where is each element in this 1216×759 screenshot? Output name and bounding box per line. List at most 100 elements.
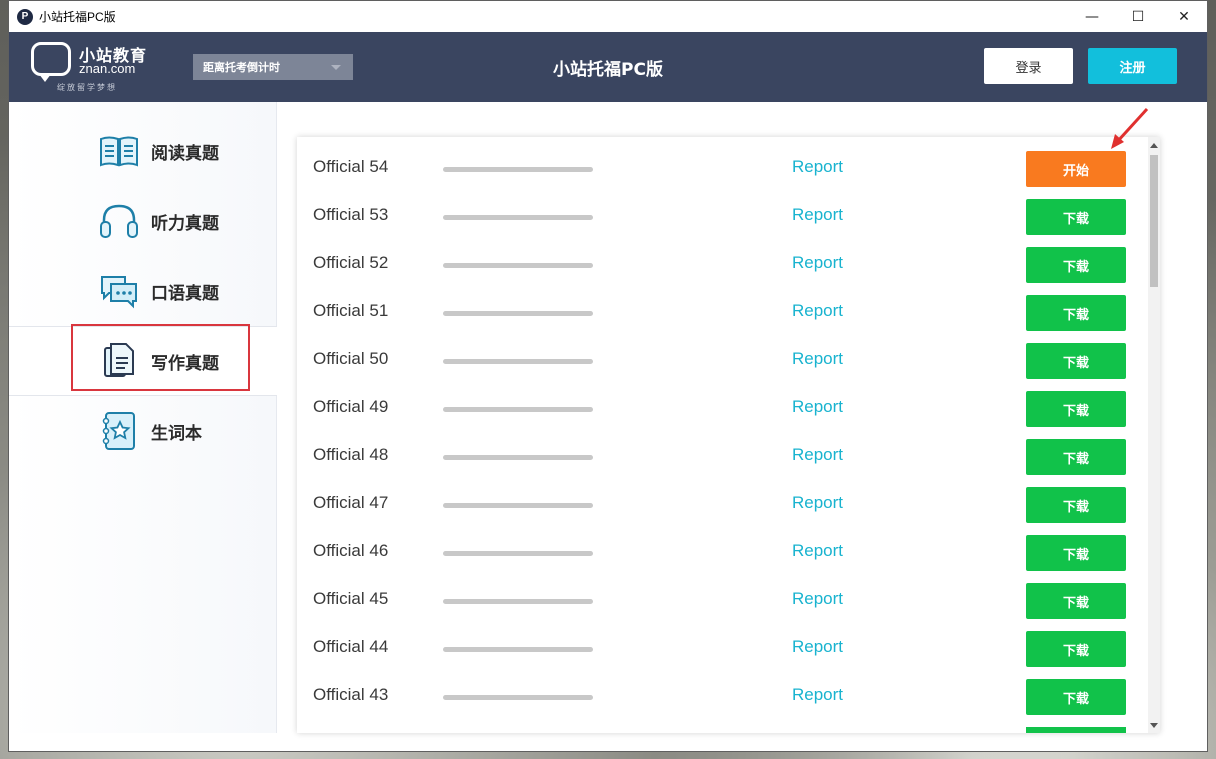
test-name: Official 46 xyxy=(313,541,389,560)
sidebar-item-writing[interactable]: 写作真题 xyxy=(9,326,277,396)
sidebar-item-label: 写作真题 xyxy=(151,353,219,374)
list-item: Official 50 Report 下载 xyxy=(297,337,1142,385)
test-name: Official 50 xyxy=(313,349,389,368)
report-link[interactable]: Report xyxy=(792,157,843,177)
report-link[interactable]: Report xyxy=(792,301,843,321)
speech-bubble-icon xyxy=(31,42,71,82)
report-link[interactable]: Report xyxy=(792,445,843,465)
logo-domain: znan.com xyxy=(79,61,136,76)
download-button[interactable]: 下载 xyxy=(1026,295,1126,331)
test-name: Official 49 xyxy=(313,397,389,416)
sidebar-item-label: 听力真题 xyxy=(151,213,219,234)
chevron-down-icon xyxy=(331,65,341,70)
list-item: Official 46 Report 下载 xyxy=(297,529,1142,577)
list-item: Official 47 Report 下载 xyxy=(297,481,1142,529)
scroll-down-arrow-icon[interactable] xyxy=(1148,719,1160,731)
download-button[interactable]: 下载 xyxy=(1026,631,1126,667)
report-link[interactable]: Report xyxy=(792,493,843,513)
progress-bar xyxy=(443,503,593,508)
start-button[interactable]: 开始 xyxy=(1026,151,1126,187)
window-title: 小站托福PC版 xyxy=(39,10,116,24)
list-item: Official 48 Report 下载 xyxy=(297,433,1142,481)
list-item: Official 44 Report 下载 xyxy=(297,625,1142,673)
test-name: Official 51 xyxy=(313,301,389,320)
scroll-up-arrow-icon[interactable] xyxy=(1148,139,1160,151)
main-content: 阅读真题 听力真题 口语真题 写作真题 生词本 Official 54 Repo… xyxy=(9,102,1207,751)
notebook-star-icon xyxy=(97,409,141,453)
logo-slogan: 绽放留学梦想 xyxy=(57,83,117,92)
download-button[interactable]: 下载 xyxy=(1026,535,1126,571)
countdown-label: 距离托考倒计时 xyxy=(203,61,280,74)
maximize-button[interactable]: ☐ xyxy=(1115,1,1161,32)
progress-bar xyxy=(443,359,593,364)
chat-icon xyxy=(97,269,141,313)
list-item: Official 51 Report 下载 xyxy=(297,289,1142,337)
headphones-icon xyxy=(97,199,141,243)
download-button[interactable]: 下载 xyxy=(1026,487,1126,523)
test-name: Official 53 xyxy=(313,205,389,224)
progress-bar xyxy=(443,215,593,220)
sidebar-item-vocabulary[interactable]: 生词本 xyxy=(9,396,277,466)
sidebar-item-label: 生词本 xyxy=(151,423,202,444)
minimize-button[interactable]: — xyxy=(1069,1,1115,32)
list-item: Official 45 Report 下载 xyxy=(297,577,1142,625)
list-item: Official 52 Report 下载 xyxy=(297,241,1142,289)
progress-bar xyxy=(443,407,593,412)
document-icon xyxy=(97,339,141,383)
close-button[interactable]: ✕ xyxy=(1161,1,1207,32)
progress-bar xyxy=(443,647,593,652)
sidebar-item-listening[interactable]: 听力真题 xyxy=(9,186,277,256)
report-link[interactable]: Report xyxy=(792,205,843,225)
report-link[interactable]: Report xyxy=(792,685,843,705)
report-link[interactable]: Report xyxy=(792,541,843,561)
download-button[interactable]: 下载 xyxy=(1026,247,1126,283)
exam-countdown-dropdown[interactable]: 距离托考倒计时 xyxy=(193,54,353,80)
download-button[interactable]: 下载 xyxy=(1026,199,1126,235)
download-button[interactable]: 下载 xyxy=(1026,343,1126,379)
report-link[interactable]: Report xyxy=(792,349,843,369)
sidebar-item-speaking[interactable]: 口语真题 xyxy=(9,256,277,326)
window-controls: — ☐ ✕ xyxy=(1069,1,1207,32)
title-bar: P 小站托福PC版 — ☐ ✕ xyxy=(9,1,1207,32)
progress-bar xyxy=(443,551,593,556)
sidebar-item-label: 口语真题 xyxy=(151,283,219,304)
download-button[interactable]: 下载 xyxy=(1026,439,1126,475)
test-name: Official 45 xyxy=(313,589,389,608)
list-item: Official 53 Report 下载 xyxy=(297,193,1142,241)
download-button[interactable]: 下载 xyxy=(1026,679,1126,715)
test-list: Official 54 Report 开始 Official 53 Report 下载 Of… xyxy=(297,137,1160,733)
report-link[interactable]: Report xyxy=(792,253,843,273)
list-scrollbar[interactable] xyxy=(1148,137,1160,733)
progress-bar xyxy=(443,455,593,460)
test-name: Official 47 xyxy=(313,493,389,512)
book-icon xyxy=(97,129,141,173)
list-item: Official 43 Report 下载 xyxy=(297,673,1142,721)
progress-bar xyxy=(443,167,593,172)
login-button[interactable]: 登录 xyxy=(984,48,1073,84)
sidebar-item-reading[interactable]: 阅读真题 xyxy=(9,116,277,186)
progress-bar xyxy=(443,599,593,604)
app-window: P 小站托福PC版 — ☐ ✕ 小站教育 znan.com 绽放留学梦想 距离托… xyxy=(8,0,1208,752)
report-link[interactable]: Report xyxy=(792,589,843,609)
test-name: Official 48 xyxy=(313,445,389,464)
report-link[interactable]: Report xyxy=(792,397,843,417)
progress-bar xyxy=(443,695,593,700)
sidebar-item-label: 阅读真题 xyxy=(151,143,219,164)
test-name: Official 54 xyxy=(313,157,389,176)
test-name: Official 44 xyxy=(313,637,389,656)
app-header: 小站教育 znan.com 绽放留学梦想 距离托考倒计时 小站托福PC版 登录 … xyxy=(9,32,1207,102)
list-item: Official 54 Report 开始 xyxy=(297,145,1142,193)
download-button[interactable]: 下载 xyxy=(1026,391,1126,427)
test-name: Official 43 xyxy=(313,685,389,704)
list-item: Official 49 Report 下载 xyxy=(297,385,1142,433)
sidebar: 阅读真题 听力真题 口语真题 写作真题 生词本 xyxy=(9,102,277,733)
report-link[interactable]: Report xyxy=(792,637,843,657)
register-button[interactable]: 注册 xyxy=(1088,48,1177,84)
progress-bar xyxy=(443,263,593,268)
progress-bar xyxy=(443,311,593,316)
app-logo-icon: P xyxy=(17,8,33,25)
brand-logo[interactable]: 小站教育 znan.com 绽放留学梦想 xyxy=(31,42,151,94)
download-button[interactable] xyxy=(1026,727,1126,733)
download-button[interactable]: 下载 xyxy=(1026,583,1126,619)
scroll-thumb[interactable] xyxy=(1150,155,1158,287)
